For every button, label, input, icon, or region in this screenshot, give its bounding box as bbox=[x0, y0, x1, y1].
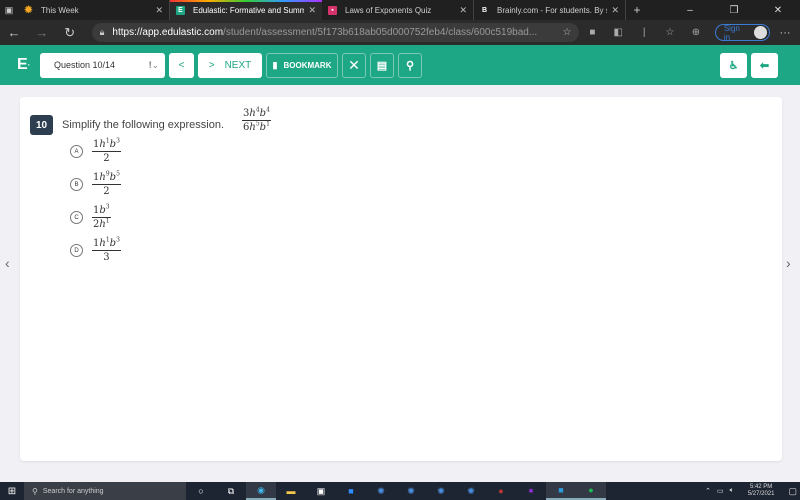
windows-start-icon[interactable]: ⊞ bbox=[0, 486, 24, 497]
tray-chevron-icon[interactable]: ⌃ bbox=[705, 487, 711, 495]
tab-brainly[interactable]: B Brainly.com - For students. By st ✕ bbox=[474, 0, 626, 20]
radio-c[interactable]: C bbox=[70, 211, 83, 224]
maximize-icon[interactable]: ❐ bbox=[712, 5, 756, 16]
option-c-expression: 1b3 2h1 bbox=[92, 203, 111, 230]
windows-taskbar: ⊞ ⚲ Search for anything ○ ⧉ ◉ ▬ ▣ ■ ✺ ✺ … bbox=[0, 482, 800, 500]
edge-icon[interactable]: ◉ bbox=[246, 482, 276, 500]
avatar bbox=[754, 26, 768, 39]
new-tab-button[interactable]: + bbox=[626, 3, 648, 17]
edulastic-icon: E bbox=[176, 5, 185, 15]
calendar-icon: ▤ bbox=[376, 59, 388, 72]
minimize-icon[interactable]: – bbox=[668, 5, 712, 16]
app-icon[interactable]: ✶ bbox=[516, 482, 546, 500]
more-menu-icon[interactable]: ··· bbox=[770, 27, 800, 39]
option-d[interactable]: D 1h1b3 3 bbox=[70, 236, 121, 263]
share-icon[interactable]: ⊕ bbox=[683, 27, 709, 38]
game-icon[interactable]: ● bbox=[486, 482, 516, 500]
radio-a[interactable]: A bbox=[70, 145, 83, 158]
chevron-right-icon: > bbox=[208, 59, 215, 71]
option-a[interactable]: A 1h1b3 2 bbox=[70, 137, 121, 164]
option-b-expression: 1h9b5 2 bbox=[92, 170, 121, 197]
close-tab-icon[interactable]: ✕ bbox=[308, 5, 316, 16]
favorite-star-icon[interactable]: ☆ bbox=[563, 27, 572, 38]
close-tab-icon[interactable]: ✕ bbox=[459, 5, 467, 16]
favorites-icon[interactable]: ☆ bbox=[657, 27, 683, 38]
app-icon[interactable]: ✺ bbox=[456, 482, 486, 500]
search-icon: ⚲ bbox=[32, 486, 38, 496]
edulastic-logo: E· bbox=[17, 56, 31, 73]
extension-icon[interactable]: ■ bbox=[579, 27, 605, 38]
magnifier-icon: ⚲ bbox=[405, 59, 415, 72]
next-button[interactable]: > NEXT bbox=[198, 52, 262, 78]
question-expression: 3h4b4 6h5b1 bbox=[242, 106, 271, 133]
option-c[interactable]: C 1b3 2h1 bbox=[70, 203, 111, 230]
collections-icon[interactable]: ◧ bbox=[605, 27, 631, 38]
close-tab-icon[interactable]: ✕ bbox=[611, 5, 619, 16]
zoom-button[interactable]: ⚲ bbox=[398, 52, 422, 78]
close-window-icon[interactable]: ✕ bbox=[756, 5, 800, 16]
back-icon[interactable]: ← bbox=[0, 25, 28, 40]
spotify-icon[interactable]: ● bbox=[576, 482, 606, 500]
clock[interactable]: 5:42 PM 5/27/2021 bbox=[745, 484, 778, 498]
accessibility-button[interactable]: ♿︎ bbox=[720, 53, 747, 78]
tab-edulastic[interactable]: E Edulastic: Formative and Summa ✕ bbox=[170, 0, 322, 20]
assessment-toolbar: E· Question 10/14 ❗︎⌄ < > NEXT ▮ BOOKMAR… bbox=[0, 45, 800, 85]
file-explorer-icon[interactable]: ▬ bbox=[276, 482, 306, 500]
sign-in-button[interactable]: Sign in bbox=[714, 24, 771, 42]
next-arrow-icon[interactable]: › bbox=[786, 255, 791, 271]
quiz-icon: ▪ bbox=[328, 5, 337, 15]
question-card: 10 Simplify the following expression. 3h… bbox=[20, 97, 782, 461]
question-prompt: Simplify the following expression. bbox=[62, 119, 225, 131]
bookmark-button[interactable]: ▮ BOOKMARK bbox=[266, 52, 338, 78]
window-controls: – ❐ ✕ bbox=[668, 5, 800, 16]
url-input[interactable]: 🔒︎ https://app.edulastic.com /student/as… bbox=[91, 23, 580, 42]
taskbar-search-input[interactable]: ⚲ Search for anything bbox=[24, 482, 186, 500]
tab-laws-of-exponents[interactable]: ▪ Laws of Exponents Quiz ✕ bbox=[322, 0, 474, 20]
address-bar: ← → ↻ 🔒︎ https://app.edulastic.com /stud… bbox=[0, 20, 800, 45]
exit-button[interactable]: ⬅ bbox=[751, 53, 778, 78]
divider: | bbox=[642, 27, 646, 38]
option-b[interactable]: B 1h9b5 2 bbox=[70, 170, 121, 197]
close-button[interactable]: ✕ bbox=[342, 52, 366, 78]
forward-icon[interactable]: → bbox=[28, 25, 56, 40]
radio-b[interactable]: B bbox=[70, 178, 83, 191]
notifications-icon[interactable]: ▢ bbox=[788, 486, 797, 497]
previous-button[interactable]: < bbox=[169, 52, 194, 78]
task-view-icon[interactable]: ⧉ bbox=[216, 482, 246, 500]
radio-d[interactable]: D bbox=[70, 244, 83, 257]
network-icon[interactable]: ▭ bbox=[717, 487, 724, 495]
exit-arrow-icon: ⬅ bbox=[759, 60, 770, 72]
refresh-icon[interactable]: ↻ bbox=[56, 25, 84, 41]
sun-icon: ✹ bbox=[24, 4, 33, 16]
tab-actions-icon[interactable]: ▣ bbox=[0, 0, 18, 20]
accessibility-icon: ♿︎ bbox=[728, 60, 739, 72]
previous-arrow-icon[interactable]: ‹ bbox=[5, 255, 10, 271]
info-chevron-icon: ❗︎⌄ bbox=[149, 59, 159, 70]
app-icon[interactable]: ■ bbox=[546, 482, 576, 500]
system-tray: ⌃ ▭ 🔈︎ 5:42 PM 5/27/2021 ▢ bbox=[702, 484, 800, 498]
option-a-expression: 1h1b3 2 bbox=[92, 137, 121, 164]
cortana-icon[interactable]: ○ bbox=[186, 482, 216, 500]
browser-tab-bar: ▣ ✹ This Week ✕ E Edulastic: Formative a… bbox=[0, 0, 800, 20]
brainly-icon: B bbox=[481, 6, 488, 14]
close-icon: ✕ bbox=[348, 56, 360, 73]
question-number-badge: 10 bbox=[30, 115, 53, 135]
bookmark-icon: ▮ bbox=[272, 59, 278, 70]
volume-icon[interactable]: 🔈︎ bbox=[730, 487, 734, 495]
app-icon[interactable]: ✺ bbox=[426, 482, 456, 500]
app-icon[interactable]: ✺ bbox=[396, 482, 426, 500]
app-icon[interactable]: ✺ bbox=[366, 482, 396, 500]
calendar-button[interactable]: ▤ bbox=[370, 52, 394, 78]
close-tab-icon[interactable]: ✕ bbox=[155, 5, 163, 16]
store-icon[interactable]: ▣ bbox=[306, 482, 336, 500]
lock-icon: 🔒︎ bbox=[99, 27, 105, 37]
zoom-app-icon[interactable]: ■ bbox=[336, 482, 366, 500]
option-d-expression: 1h1b3 3 bbox=[92, 236, 121, 263]
question-area: ‹ › 10 Simplify the following expression… bbox=[0, 85, 800, 470]
question-selector[interactable]: Question 10/14 ❗︎⌄ bbox=[40, 52, 165, 78]
tab-this-week[interactable]: ✹ This Week ✕ bbox=[18, 0, 170, 20]
